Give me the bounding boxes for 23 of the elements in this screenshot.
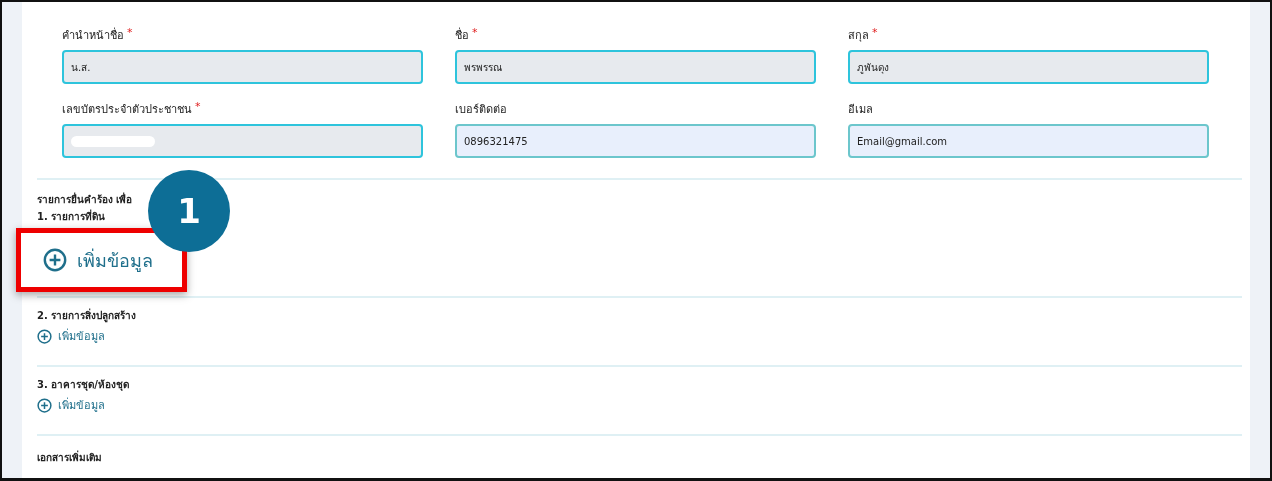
- field-label: คำนำหน้าชื่อ: [62, 26, 124, 44]
- section-heading: รายการยื่นคำร้อง เพื่อ: [37, 194, 133, 205]
- field-label: สกุล: [848, 28, 869, 44]
- section-title: 1. รายการที่ดิน: [37, 209, 106, 224]
- section-title: 3. อาคารชุด/ห้องชุด: [37, 378, 129, 392]
- step-number-badge: 1: [148, 170, 230, 252]
- plus-circle-icon: [37, 397, 52, 413]
- required-mark: *: [127, 26, 133, 41]
- section-title: 2. รายการสิ่งปลูกสร้าง: [37, 308, 137, 323]
- plus-circle-icon: [43, 248, 67, 272]
- input-field[interactable]: Email@gmail.com: [848, 124, 1209, 158]
- field-label: อีเมล: [848, 102, 873, 118]
- field-label: เบอร์ติดต่อ: [455, 102, 507, 118]
- section-title: เอกสารเพิ่มเติม: [37, 450, 102, 465]
- required-mark: *: [195, 100, 201, 115]
- required-mark: *: [472, 26, 478, 41]
- field-label: เลขบัตรประจำตัวประชาชน: [62, 102, 192, 118]
- add-data-button[interactable]: เพิ่มข้อมูล: [37, 327, 105, 345]
- field-label: ชื่อ: [455, 26, 469, 44]
- input-field[interactable]: 0896321475: [455, 124, 816, 158]
- plus-circle-icon: [37, 328, 52, 344]
- required-mark: *: [872, 26, 878, 41]
- add-data-button[interactable]: เพิ่มข้อมูล: [37, 396, 105, 414]
